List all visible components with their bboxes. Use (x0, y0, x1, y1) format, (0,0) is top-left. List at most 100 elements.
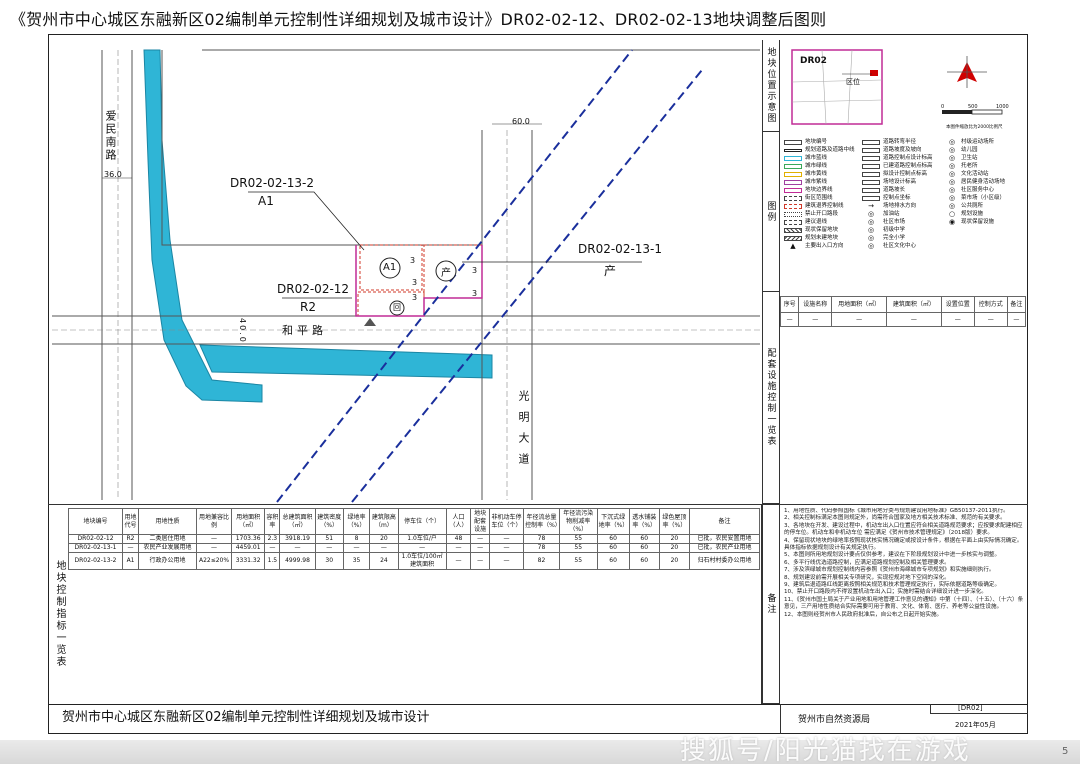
legend-item: ◎ 初级中学 (862, 226, 944, 234)
no-opening-symbol (784, 211, 802, 217)
road-east-name: 光明大道 (517, 390, 530, 474)
parcel-a-use: A1 (258, 194, 274, 208)
existing-parcel-symbol (784, 227, 802, 233)
design-point-symbol (862, 171, 880, 177)
legend-item: 规划未建地块 (784, 234, 862, 242)
page-title: 《贺州市中心城区东融新区02编制单元控制性详细规划及城市设计》DR02-02-1… (10, 10, 827, 29)
parcel-code-symbol (784, 139, 802, 145)
parcel-c-code: DR02-02-13-1 (578, 242, 663, 256)
legend-header: 图例 (762, 132, 780, 292)
blue-line-symbol (784, 155, 802, 161)
note-item: 3、各地块在开发、建设过程中，机动车出入口位置应符合相关道路规范要求；应按要求配… (784, 522, 1023, 537)
parcel-boundary-symbol (784, 187, 802, 193)
notes-list: 1、用地性质、代码参照国标《城市用地分类与规划建设用地标准》GB50137-20… (784, 508, 1024, 702)
planned-parcel-symbol (784, 235, 802, 241)
legend-item: 道路控制点设计标高 (862, 154, 944, 162)
legend-item: 道路坡度及坡向 (862, 146, 944, 154)
note-item: 4、保留现状地块的绿地率按照现状核实情况确定或按设计条件，根据在平面上由实际情况… (784, 537, 1023, 552)
control-point-symbol (862, 155, 880, 161)
legend-item: ▲ 主要出入口方向 (784, 242, 862, 250)
legend-item: 地块边界线 (784, 186, 862, 194)
legend-item: ◎ 托老所 (946, 162, 1026, 170)
location-unit-label: DR02 (800, 56, 827, 66)
block-boundary-symbol (784, 195, 802, 201)
column-header: 建筑面积（㎡） (886, 296, 942, 313)
market-icon: ◎ (867, 218, 875, 226)
facility-header: 配套设施控制一览表 (762, 292, 780, 504)
column-header: 控制方式 (973, 296, 1008, 313)
legend-item: ◎ 幼儿园 (946, 146, 1026, 154)
vegetable-market-icon: ◎ (948, 194, 956, 202)
legend-item: ◎ 社区服务中心 (946, 186, 1026, 194)
site-map (52, 40, 760, 504)
legend-item: ◎ 菜市场（小区级） (946, 194, 1026, 202)
legend-item: ◎ 村级运动场所 (946, 138, 1026, 146)
table-row: — — — — — — — (779, 312, 1027, 327)
table-cell: — (886, 312, 942, 327)
column-header: 备注 (1006, 296, 1027, 313)
scale-tick: 1000 (996, 104, 1009, 110)
slope-symbol (862, 147, 880, 153)
road-west-name: 爱民南路 (104, 110, 117, 162)
height-num: 3 (472, 266, 478, 275)
note-item: 8、规划建设前需开展相关专项研究，实现控规对地下空间的深化。 (784, 574, 950, 581)
site-elevation-symbol (862, 179, 880, 185)
legend-item: ◎ 社区文化中心 (862, 242, 944, 250)
table-cell: — (940, 312, 975, 327)
legend-item: 城市黄线 (784, 170, 862, 178)
legend-item: ◎ 完全小学 (862, 234, 944, 242)
notes-header: 备注 (762, 504, 780, 704)
height-num: 3 (412, 278, 418, 287)
legend-item: 规划道路及道路中线 (784, 146, 862, 154)
table-cell: — (973, 312, 1008, 327)
legend-item: 建议退线 (784, 218, 862, 226)
location-header: 地块位置示意图 (762, 40, 780, 132)
middle-school-icon: ◎ (867, 226, 875, 234)
turn-radius-symbol (862, 139, 880, 145)
table-cell: — (779, 312, 800, 327)
watermark: 搜狐号/阳光猫找在游戏 (680, 736, 971, 764)
primary-school-icon: ◎ (867, 234, 875, 242)
circle-a1-label: A1 (383, 262, 397, 273)
legend-item: 建筑退界控制线 (784, 202, 862, 210)
legend-item: 拟设计控制点标高 (862, 170, 944, 178)
kindergarten-icon: ◎ (948, 146, 956, 154)
facility-table: 序号 设施名称 用地面积（㎡） 建筑面积（㎡） 设置位置 控制方式 备注 — —… (779, 296, 1027, 327)
legend-item: 地块编号 (784, 138, 862, 146)
legend-item: 已建道路控制点标高 (862, 162, 944, 170)
legend-item: ◎ 居民健身活动场地 (946, 178, 1026, 186)
column-header: 设置位置 (940, 296, 975, 313)
legend-item: 禁止开口路段 (784, 210, 862, 218)
note-item: 11、《贺州市国土局关于产业用地和用地管理工作意见的通知》中第（十四）、（十五）… (784, 596, 1024, 611)
table-cell: — (798, 312, 833, 327)
note-item: 5、本图则所用地规划设计要点仅供参考，建议在下阶段规划设计中进一步核实与调整。 (784, 552, 1001, 559)
legend-item: 现状保留地块 (784, 226, 862, 234)
purple-line-symbol (784, 179, 802, 185)
parcel-b-use: R2 (300, 300, 316, 314)
note-item: 7、涉及滨绿城市规划控制线内容参照《贺州市海绵城市专项规划》和实施细则执行。 (784, 567, 995, 574)
legend-item: 街区范围线 (784, 194, 862, 202)
table-cell: — (1006, 312, 1027, 327)
yellow-line-symbol (784, 171, 802, 177)
legend-item: 道路坡长 (862, 186, 944, 194)
culture-center-icon: ◎ (867, 242, 875, 250)
legend-col-1: 地块编号 规划道路及道路中线 城市蓝线 城市绿线 城市黄线 城市紫线 地块边界线… (784, 138, 862, 250)
legend-item: 城市紫线 (784, 178, 862, 186)
circle-wei-label: 回 (393, 303, 401, 312)
footer-plan-name: 贺州市中心城区东融新区02编制单元控制性详细规划及城市设计 (62, 710, 430, 725)
fitness-icon: ◎ (948, 178, 956, 186)
legend-item: → 场地排水方向 (862, 202, 944, 210)
table-cell: — (831, 312, 888, 327)
coordinate-symbol (862, 195, 880, 201)
legend-item: 道路转弯半径 (862, 138, 944, 146)
legend-item: ◎ 文化活动站 (946, 170, 1026, 178)
note-item: 2、相关控制标满足本图则规定外，尚需符合国家及地方相关技术标准、规范的有关要求。 (784, 515, 1006, 522)
road-west-width: 36.0 (104, 170, 122, 179)
legend-item: ○ 规划设施 (946, 210, 1026, 218)
table-header-row: 序号 设施名称 用地面积（㎡） 建筑面积（㎡） 设置位置 控制方式 备注 (779, 296, 1027, 313)
elderly-care-icon: ◎ (948, 162, 956, 170)
legend-item: 场地设计标高 (862, 178, 944, 186)
footer-authority: 贺州市自然资源局 (798, 715, 871, 725)
indicator-area-frame (48, 504, 762, 704)
road-symbol (784, 148, 802, 152)
